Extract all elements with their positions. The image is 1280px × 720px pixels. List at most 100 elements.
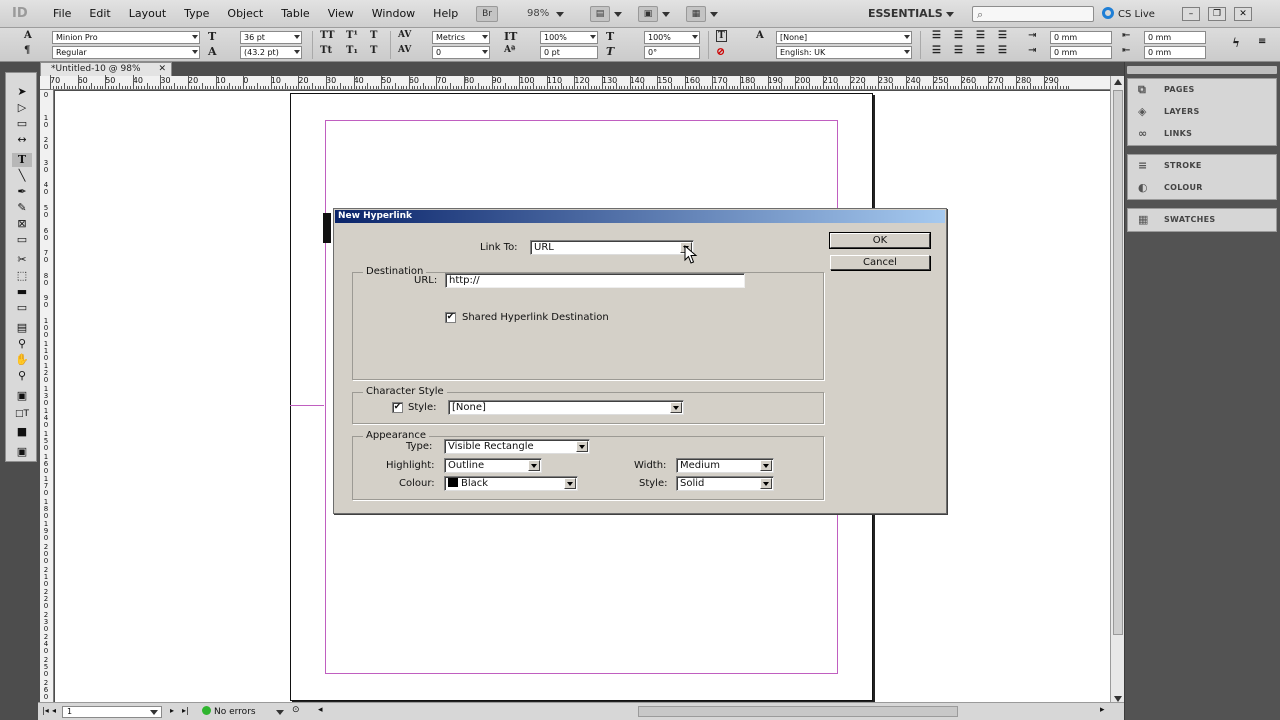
scroll-up-icon[interactable] <box>1114 79 1122 85</box>
stroke-none-icon[interactable]: ⊘ <box>716 45 725 58</box>
link-to-select[interactable]: URL <box>530 240 694 255</box>
appearance-type-select[interactable]: Visible Rectangle <box>444 439 590 454</box>
scissors-tool-icon[interactable]: ✂ <box>12 253 32 267</box>
subscript-icon[interactable]: T₁ <box>346 45 358 56</box>
character-style-select[interactable]: [None] <box>448 400 684 415</box>
panel-layers[interactable]: ◈ LAYERS <box>1128 101 1276 123</box>
cs-live-button[interactable]: CS Live <box>1102 7 1155 20</box>
dialog-title[interactable]: New Hyperlink <box>335 210 945 223</box>
scroll-thumb[interactable] <box>1113 90 1123 635</box>
workspace-switcher[interactable]: ESSENTIALS <box>868 7 943 20</box>
font-size-field[interactable]: 36 pt <box>240 31 302 44</box>
rectangle-tool-icon[interactable]: ▭ <box>12 233 32 247</box>
highlight-select[interactable]: Outline <box>444 458 542 473</box>
justify-left-icon[interactable]: ☰ <box>932 45 941 56</box>
document-tab[interactable]: *Untitled-10 @ 98% ✕ <box>40 62 172 76</box>
next-page-icon[interactable]: ▸ <box>170 706 174 715</box>
panel-dock-handle[interactable] <box>1127 66 1277 74</box>
page-number-field[interactable]: 1 <box>62 706 162 718</box>
gap-tool-icon[interactable]: ↔ <box>12 133 32 147</box>
colour-select[interactable]: Black <box>444 476 578 491</box>
small-caps-icon[interactable]: Tt <box>320 45 332 56</box>
skew-field[interactable]: 0° <box>644 46 700 59</box>
open-document-icon[interactable]: ⊙ <box>292 705 300 715</box>
align-center-icon[interactable]: ☰ <box>954 30 963 41</box>
zoom-level[interactable]: 98% <box>527 8 549 19</box>
previous-page-icon[interactable]: ◂ <box>52 706 56 715</box>
preflight-status[interactable]: No errors <box>202 706 256 717</box>
pencil-tool-icon[interactable]: ✎ <box>12 201 32 215</box>
first-line-indent-field[interactable]: 0 mm <box>1050 46 1112 59</box>
scroll-right-icon[interactable]: ▸ <box>1100 705 1105 715</box>
character-mode-icon[interactable]: A <box>24 30 32 41</box>
chevron-down-icon[interactable] <box>760 478 772 489</box>
ok-button[interactable]: OK <box>829 232 931 249</box>
align-left-icon[interactable]: ☰ <box>932 30 941 41</box>
tracking-field[interactable]: 0 <box>432 46 490 59</box>
character-style-checkbox[interactable]: ✔ <box>392 402 403 413</box>
chevron-down-icon[interactable] <box>760 460 772 471</box>
arrange-documents-icon[interactable]: ▦ <box>686 6 706 22</box>
hand-tool-icon[interactable]: ✋ <box>12 353 32 367</box>
direct-selection-tool-icon[interactable]: ▷ <box>12 101 32 115</box>
first-page-icon[interactable]: |◂ <box>42 706 49 715</box>
arrange-dropdown-icon[interactable] <box>710 12 718 17</box>
justify-all-icon[interactable]: ☰ <box>998 45 1007 56</box>
chevron-down-icon[interactable] <box>564 478 576 489</box>
formatting-affects-icon[interactable]: □T <box>12 407 32 421</box>
note-tool-icon[interactable]: ▤ <box>12 321 32 335</box>
kerning-field[interactable]: Metrics <box>432 31 490 44</box>
gradient-swatch-tool-icon[interactable]: ▬ <box>12 285 32 299</box>
left-indent-field[interactable]: 0 mm <box>1050 31 1112 44</box>
vertical-ruler[interactable]: 01 02 03 04 05 06 07 08 09 01 0 01 1 01 … <box>40 90 54 702</box>
screen-mode-icon[interactable]: ▣ <box>638 6 658 22</box>
rectangle-frame-tool-icon[interactable]: ⊠ <box>12 217 32 231</box>
view-options-dropdown-icon[interactable] <box>614 12 622 17</box>
chevron-down-icon[interactable] <box>576 441 588 452</box>
menu-edit[interactable]: Edit <box>80 0 119 28</box>
chevron-down-icon[interactable] <box>528 460 540 471</box>
workspace-dropdown-icon[interactable] <box>946 12 954 17</box>
menu-type[interactable]: Type <box>175 0 218 28</box>
horizontal-scroll-thumb[interactable] <box>638 706 958 717</box>
horizontal-ruler[interactable]: 70 60 50 40 30 20 10 0 10 20 30 40 50 60 70 80 90 100 110 1… <box>40 75 1110 90</box>
menu-table[interactable]: Table <box>272 0 318 28</box>
right-indent-field[interactable]: 0 mm <box>1144 31 1206 44</box>
screen-mode-tool-icon[interactable]: ▣ <box>12 445 32 459</box>
type-tool-icon[interactable]: T <box>12 153 32 167</box>
zoom-tool-icon[interactable]: ⚲ <box>12 369 32 383</box>
menu-object[interactable]: Object <box>218 0 272 28</box>
strikethrough-icon[interactable]: T <box>370 45 377 56</box>
view-options-icon[interactable]: ▤ <box>590 6 610 22</box>
vertical-scrollbar[interactable] <box>1110 76 1124 706</box>
character-style-field[interactable]: [None] <box>776 31 912 44</box>
all-caps-icon[interactable]: TT <box>320 30 335 41</box>
width-select[interactable]: Medium <box>676 458 774 473</box>
selection-tool-icon[interactable]: ➤ <box>12 85 32 99</box>
panel-stroke[interactable]: ≡ STROKE <box>1128 155 1276 177</box>
screen-mode-dropdown-icon[interactable] <box>662 12 670 17</box>
menu-help[interactable]: Help <box>424 0 467 28</box>
bridge-button[interactable]: Br <box>476 6 498 22</box>
help-search-input[interactable]: ⌕ <box>972 6 1094 22</box>
panel-swatches[interactable]: ▦ SWATCHES <box>1128 209 1276 231</box>
minimize-button[interactable]: – <box>1182 7 1200 21</box>
align-right-icon[interactable]: ☰ <box>976 30 985 41</box>
underline-icon[interactable]: T <box>370 30 377 41</box>
language-field[interactable]: English: UK <box>776 46 912 59</box>
line-tool-icon[interactable]: ╲ <box>12 169 32 183</box>
apply-color-icon[interactable]: ■ <box>12 425 32 439</box>
leading-field[interactable]: (43.2 pt) <box>240 46 302 59</box>
pen-tool-icon[interactable]: ✒ <box>12 185 32 199</box>
superscript-icon[interactable]: T¹ <box>346 30 358 41</box>
line-style-select[interactable]: Solid <box>676 476 774 491</box>
font-family-field[interactable]: Minion Pro <box>52 31 200 44</box>
cancel-button[interactable]: Cancel <box>830 255 930 270</box>
baseline-shift-field[interactable]: 0 pt <box>540 46 598 59</box>
last-line-indent-field[interactable]: 0 mm <box>1144 46 1206 59</box>
justify-center-icon[interactable]: ☰ <box>954 45 963 56</box>
selected-text-frame[interactable] <box>323 213 331 243</box>
gradient-feather-tool-icon[interactable]: ▭ <box>12 301 32 315</box>
justify-right-icon[interactable]: ☰ <box>976 45 985 56</box>
page-tool-icon[interactable]: ▭ <box>12 117 32 131</box>
